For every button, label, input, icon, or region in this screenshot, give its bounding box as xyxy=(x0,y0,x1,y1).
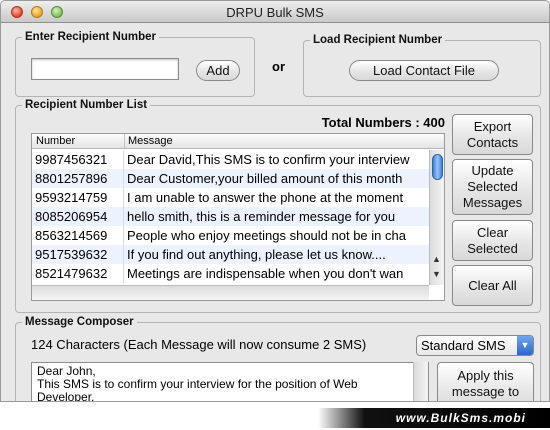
table-horizontal-scrollbar[interactable] xyxy=(32,285,429,300)
character-count-label: 124 Characters (Each Message will now co… xyxy=(31,337,367,352)
message-textarea[interactable]: Dear John, This SMS is to confirm your i… xyxy=(31,362,429,402)
table-row[interactable]: 9987456321 Dear David,This SMS is to conf… xyxy=(32,150,429,169)
recipient-list-legend: Recipient Number List xyxy=(25,99,148,111)
row-message: hello smith, this is a reminder message … xyxy=(123,207,429,226)
row-number: 9987456321 xyxy=(35,152,108,167)
enter-recipient-legend: Enter Recipient Number xyxy=(25,31,156,43)
row-number: 8563214569 xyxy=(35,228,108,243)
table-header: Number Message xyxy=(32,134,444,149)
table-rows: 9987456321 Dear David,This SMS is to conf… xyxy=(32,150,429,283)
table-vertical-scrollbar[interactable]: ▲ ▼ xyxy=(429,150,444,285)
scroll-thumb[interactable] xyxy=(432,154,443,180)
recipient-number-input[interactable] xyxy=(31,58,179,80)
dropdown-arrow-icon[interactable]: ▼ xyxy=(517,336,533,355)
title-bar: DRPU Bulk SMS xyxy=(1,1,549,23)
sms-type-value: Standard SMS xyxy=(421,338,506,353)
sms-type-select[interactable]: Standard SMS ▼ xyxy=(416,335,534,356)
row-message: I am unable to answer the phone at the m… xyxy=(123,188,429,207)
row-number: 8521479632 xyxy=(35,266,108,281)
recipient-table: Number Message 9987456321 Dear David,This… xyxy=(31,133,445,301)
scroll-down-arrow-icon[interactable]: ▼ xyxy=(432,269,441,279)
table-row[interactable]: 9593214759 I am unable to answer the phon… xyxy=(32,188,429,207)
website-url[interactable]: www.BulkSms.mobi xyxy=(318,408,550,428)
message-line: This SMS is to confirm your interview fo… xyxy=(37,377,358,391)
app-window: DRPU Bulk SMS Enter Recipient Number Add… xyxy=(0,0,550,402)
total-numbers-label: Total Numbers : 400 xyxy=(321,115,445,130)
row-message: If you find out anything, please let us … xyxy=(123,245,429,264)
scroll-up-arrow-icon[interactable]: ▲ xyxy=(432,254,441,264)
table-row[interactable]: 8085206954 hello smith, this is a reminde… xyxy=(32,207,429,226)
or-label: or xyxy=(272,59,285,74)
export-contacts-button[interactable]: Export Contacts xyxy=(452,114,533,155)
message-textarea-scrollbar[interactable] xyxy=(413,362,428,401)
update-selected-messages-button[interactable]: Update Selected Messages xyxy=(452,159,533,215)
table-row[interactable]: 8563214569 People who enjoy meetings shou… xyxy=(32,226,429,245)
column-header-message[interactable]: Message xyxy=(124,134,173,148)
apply-message-button[interactable]: Apply this message to xyxy=(437,362,534,401)
row-number: 8801257896 xyxy=(35,171,108,186)
table-row[interactable]: 8521479632 Meetings are indispensable whe… xyxy=(32,264,429,283)
message-composer-legend: Message Composer xyxy=(25,316,134,328)
load-recipient-legend: Load Recipient Number xyxy=(313,34,443,46)
row-message: Dear Customer,your billed amount of this… xyxy=(123,169,429,188)
clear-selected-button[interactable]: Clear Selected xyxy=(452,220,533,261)
row-message: Meetings are indispensable when you don'… xyxy=(123,264,429,283)
column-header-number[interactable]: Number xyxy=(36,135,75,147)
row-message: People who enjoy meetings should not be … xyxy=(123,226,429,245)
clear-all-button[interactable]: Clear All xyxy=(452,265,533,306)
window-title: DRPU Bulk SMS xyxy=(226,5,324,20)
row-number: 9593214759 xyxy=(35,190,108,205)
table-row[interactable]: 8801257896 Dear Customer,your billed amou… xyxy=(32,169,429,188)
add-button[interactable]: Add xyxy=(196,60,240,81)
row-message: Dear David,This SMS is to confirm your i… xyxy=(123,150,429,169)
row-number: 9517539632 xyxy=(35,247,108,262)
row-number: 8085206954 xyxy=(35,209,108,224)
message-line: Developer. xyxy=(37,390,95,402)
load-contact-file-button[interactable]: Load Contact File xyxy=(349,60,499,81)
website-banner: www.BulkSms.mobi xyxy=(0,402,550,430)
table-row[interactable]: 9517539632 If you find out anything, plea… xyxy=(32,245,429,264)
